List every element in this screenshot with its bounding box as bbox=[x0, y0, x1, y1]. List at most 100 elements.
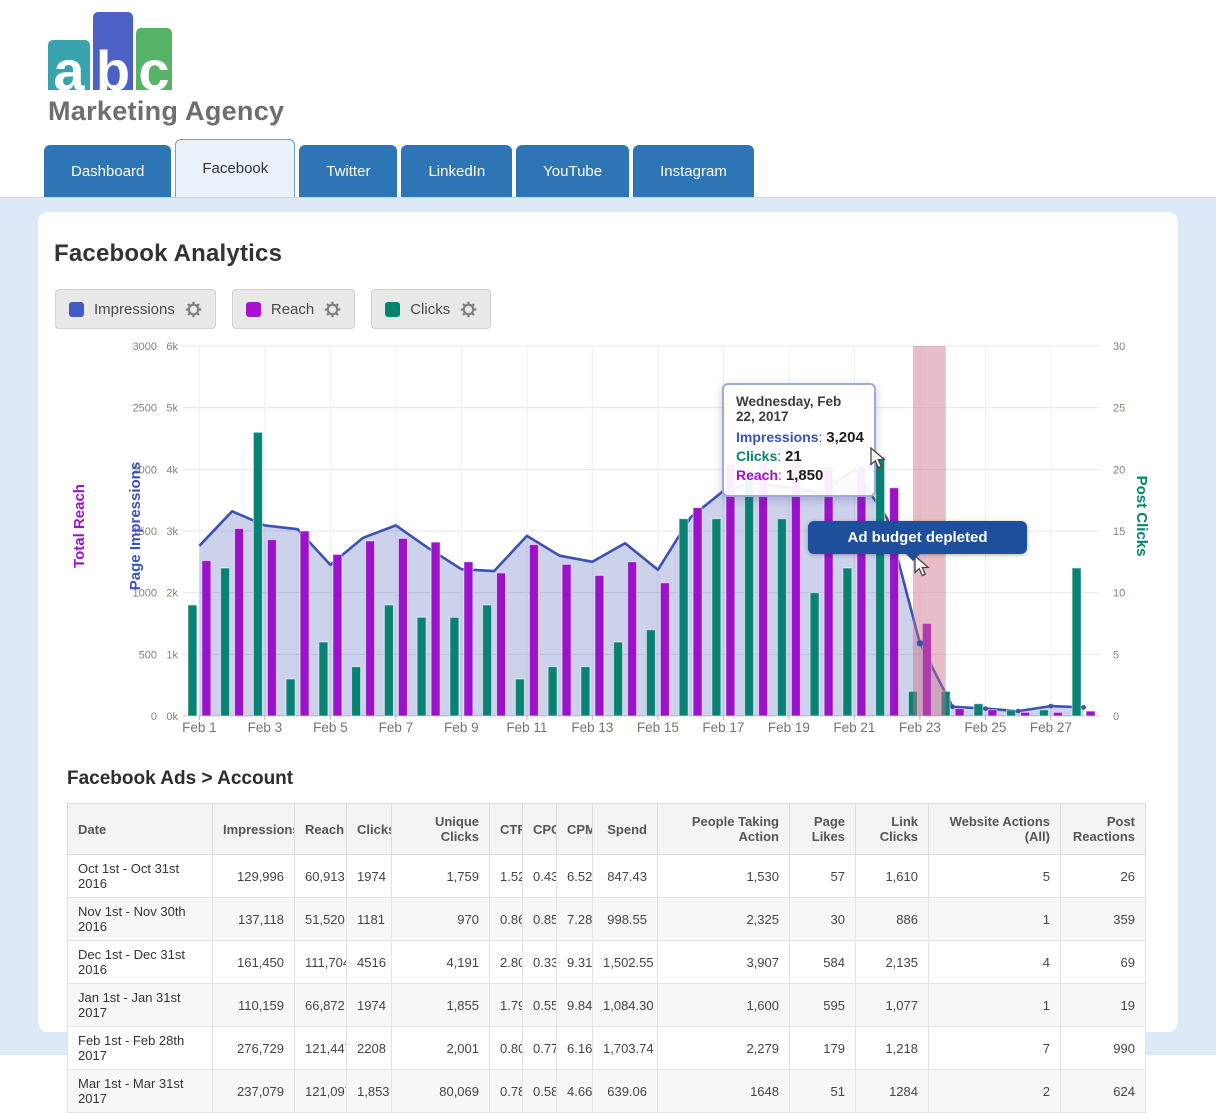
column-header: CPM bbox=[557, 804, 593, 855]
table-cell: 2,135 bbox=[856, 941, 929, 984]
table-cell: 1,703.74 bbox=[593, 1027, 658, 1070]
clicks-bar bbox=[810, 593, 819, 716]
table-cell: 9.84 bbox=[557, 984, 593, 1027]
table-cell: 129,996 bbox=[213, 855, 295, 898]
tab-youtube[interactable]: YouTube bbox=[516, 145, 629, 197]
clicks-bar bbox=[352, 667, 361, 716]
clicks-bar bbox=[745, 469, 754, 716]
table-cell: 1.52 bbox=[490, 855, 523, 898]
tooltip-row: Impressions: 3,204 bbox=[736, 429, 862, 446]
reach-bar bbox=[267, 540, 276, 716]
clicks-bar bbox=[548, 667, 557, 716]
clicks-bar bbox=[843, 568, 852, 716]
svg-text:2500: 2500 bbox=[133, 403, 157, 415]
table-cell: 0.33 bbox=[523, 941, 557, 984]
content-background: Facebook Analytics ImpressionsReachClick… bbox=[0, 198, 1216, 1055]
table-cell: 0.58 bbox=[523, 1070, 557, 1113]
logo-bars-icon: a b c bbox=[48, 10, 284, 90]
svg-text:25: 25 bbox=[1113, 403, 1125, 415]
table-cell: 2208 bbox=[347, 1027, 392, 1070]
gear-icon[interactable] bbox=[460, 301, 477, 318]
table-cell: 4 bbox=[929, 941, 1061, 984]
legend-button-reach[interactable]: Reach bbox=[232, 289, 355, 329]
svg-text:4k: 4k bbox=[166, 464, 178, 476]
chart-legend: Impressions Reach Clicks bbox=[55, 289, 1178, 329]
clicks-bar bbox=[221, 568, 230, 716]
analytics-chart[interactable]: 0500100015002000250030000k1k2k3k4k5k6k05… bbox=[60, 341, 1160, 741]
nav-tabs: DashboardFacebookTwitterLinkedInYouTubeI… bbox=[44, 139, 754, 197]
clicks-bar bbox=[974, 704, 983, 716]
svg-text:500: 500 bbox=[139, 649, 157, 661]
svg-text:30: 30 bbox=[1113, 341, 1125, 353]
tab-facebook[interactable]: Facebook bbox=[175, 139, 295, 197]
table-cell: 7.28 bbox=[557, 898, 593, 941]
legend-swatch bbox=[246, 302, 261, 317]
clicks-bar bbox=[1007, 710, 1016, 716]
reach-bar bbox=[693, 508, 702, 716]
svg-text:Feb 9: Feb 9 bbox=[444, 720, 479, 735]
table-cell: 0.80 bbox=[490, 1027, 523, 1070]
clicks-bar bbox=[777, 519, 786, 716]
gear-icon[interactable] bbox=[324, 301, 341, 318]
table-cell: 2 bbox=[929, 1070, 1061, 1113]
svg-text:Feb 15: Feb 15 bbox=[637, 720, 679, 735]
table-cell: 110,159 bbox=[213, 984, 295, 1027]
table-cell: 0.55 bbox=[523, 984, 557, 1027]
legend-button-impressions[interactable]: Impressions bbox=[55, 289, 216, 329]
page-title: Facebook Analytics bbox=[54, 240, 1178, 268]
table-cell: 60,913 bbox=[295, 855, 347, 898]
company-logo: a b c Marketing Agency bbox=[48, 10, 284, 127]
logo-letter-b: b bbox=[96, 49, 130, 93]
svg-text:2k: 2k bbox=[166, 588, 178, 600]
legend-label: Reach bbox=[271, 301, 314, 318]
table-cell: 1 bbox=[929, 984, 1061, 1027]
logo-subtitle: Marketing Agency bbox=[48, 96, 284, 127]
table-cell: 639.06 bbox=[593, 1070, 658, 1113]
table-cell: 6.16 bbox=[557, 1027, 593, 1070]
logo-bar-blue: b bbox=[93, 12, 133, 90]
table-cell: 57 bbox=[790, 855, 856, 898]
table-cell: 121,447 bbox=[295, 1027, 347, 1070]
impressions-point bbox=[917, 640, 923, 646]
legend-button-clicks[interactable]: Clicks bbox=[371, 289, 491, 329]
table-cell: 847.43 bbox=[593, 855, 658, 898]
table-cell: 998.55 bbox=[593, 898, 658, 941]
svg-text:Feb 13: Feb 13 bbox=[571, 720, 613, 735]
clicks-bar bbox=[614, 642, 623, 716]
table-cell: 1,502.55 bbox=[593, 941, 658, 984]
table-cell: Dec 1st - Dec 31st 2016 bbox=[68, 941, 213, 984]
svg-text:Feb 25: Feb 25 bbox=[964, 720, 1006, 735]
svg-text:3000: 3000 bbox=[133, 341, 157, 353]
tab-instagram[interactable]: Instagram bbox=[633, 145, 754, 197]
table-cell: 7 bbox=[929, 1027, 1061, 1070]
page-header: a b c Marketing Agency DashboardFacebook… bbox=[0, 0, 1216, 198]
tab-twitter[interactable]: Twitter bbox=[299, 145, 397, 197]
column-header: Reach bbox=[295, 804, 347, 855]
logo-bar-green: c bbox=[136, 28, 172, 90]
table-cell: 1,610 bbox=[856, 855, 929, 898]
reach-bar bbox=[791, 464, 800, 716]
table-row: Dec 1st - Dec 31st 2016161,450111,704451… bbox=[68, 941, 1146, 984]
reach-bar bbox=[366, 541, 375, 716]
clicks-bar bbox=[646, 630, 655, 716]
tab-dashboard[interactable]: Dashboard bbox=[44, 145, 171, 197]
table-cell: 584 bbox=[790, 941, 856, 984]
legend-label: Clicks bbox=[410, 301, 450, 318]
column-header: Clicks bbox=[347, 804, 392, 855]
svg-text:Feb 23: Feb 23 bbox=[899, 720, 941, 735]
table-title: Facebook Ads > Account bbox=[67, 768, 1178, 790]
gear-icon[interactable] bbox=[185, 301, 202, 318]
table-cell: 0.86 bbox=[490, 898, 523, 941]
tab-linkedin[interactable]: LinkedIn bbox=[401, 145, 512, 197]
svg-text:6k: 6k bbox=[166, 341, 178, 353]
table-cell: 9.31 bbox=[557, 941, 593, 984]
reach-bar bbox=[824, 467, 833, 716]
table-cell: 1974 bbox=[347, 855, 392, 898]
table-cell: 51 bbox=[790, 1070, 856, 1113]
table-cell: 6.52 bbox=[557, 855, 593, 898]
svg-text:Feb 3: Feb 3 bbox=[248, 720, 283, 735]
svg-text:Feb 17: Feb 17 bbox=[702, 720, 744, 735]
table-cell: 121,097 bbox=[295, 1070, 347, 1113]
table-cell: 3,907 bbox=[658, 941, 790, 984]
reach-bar bbox=[1021, 712, 1030, 716]
